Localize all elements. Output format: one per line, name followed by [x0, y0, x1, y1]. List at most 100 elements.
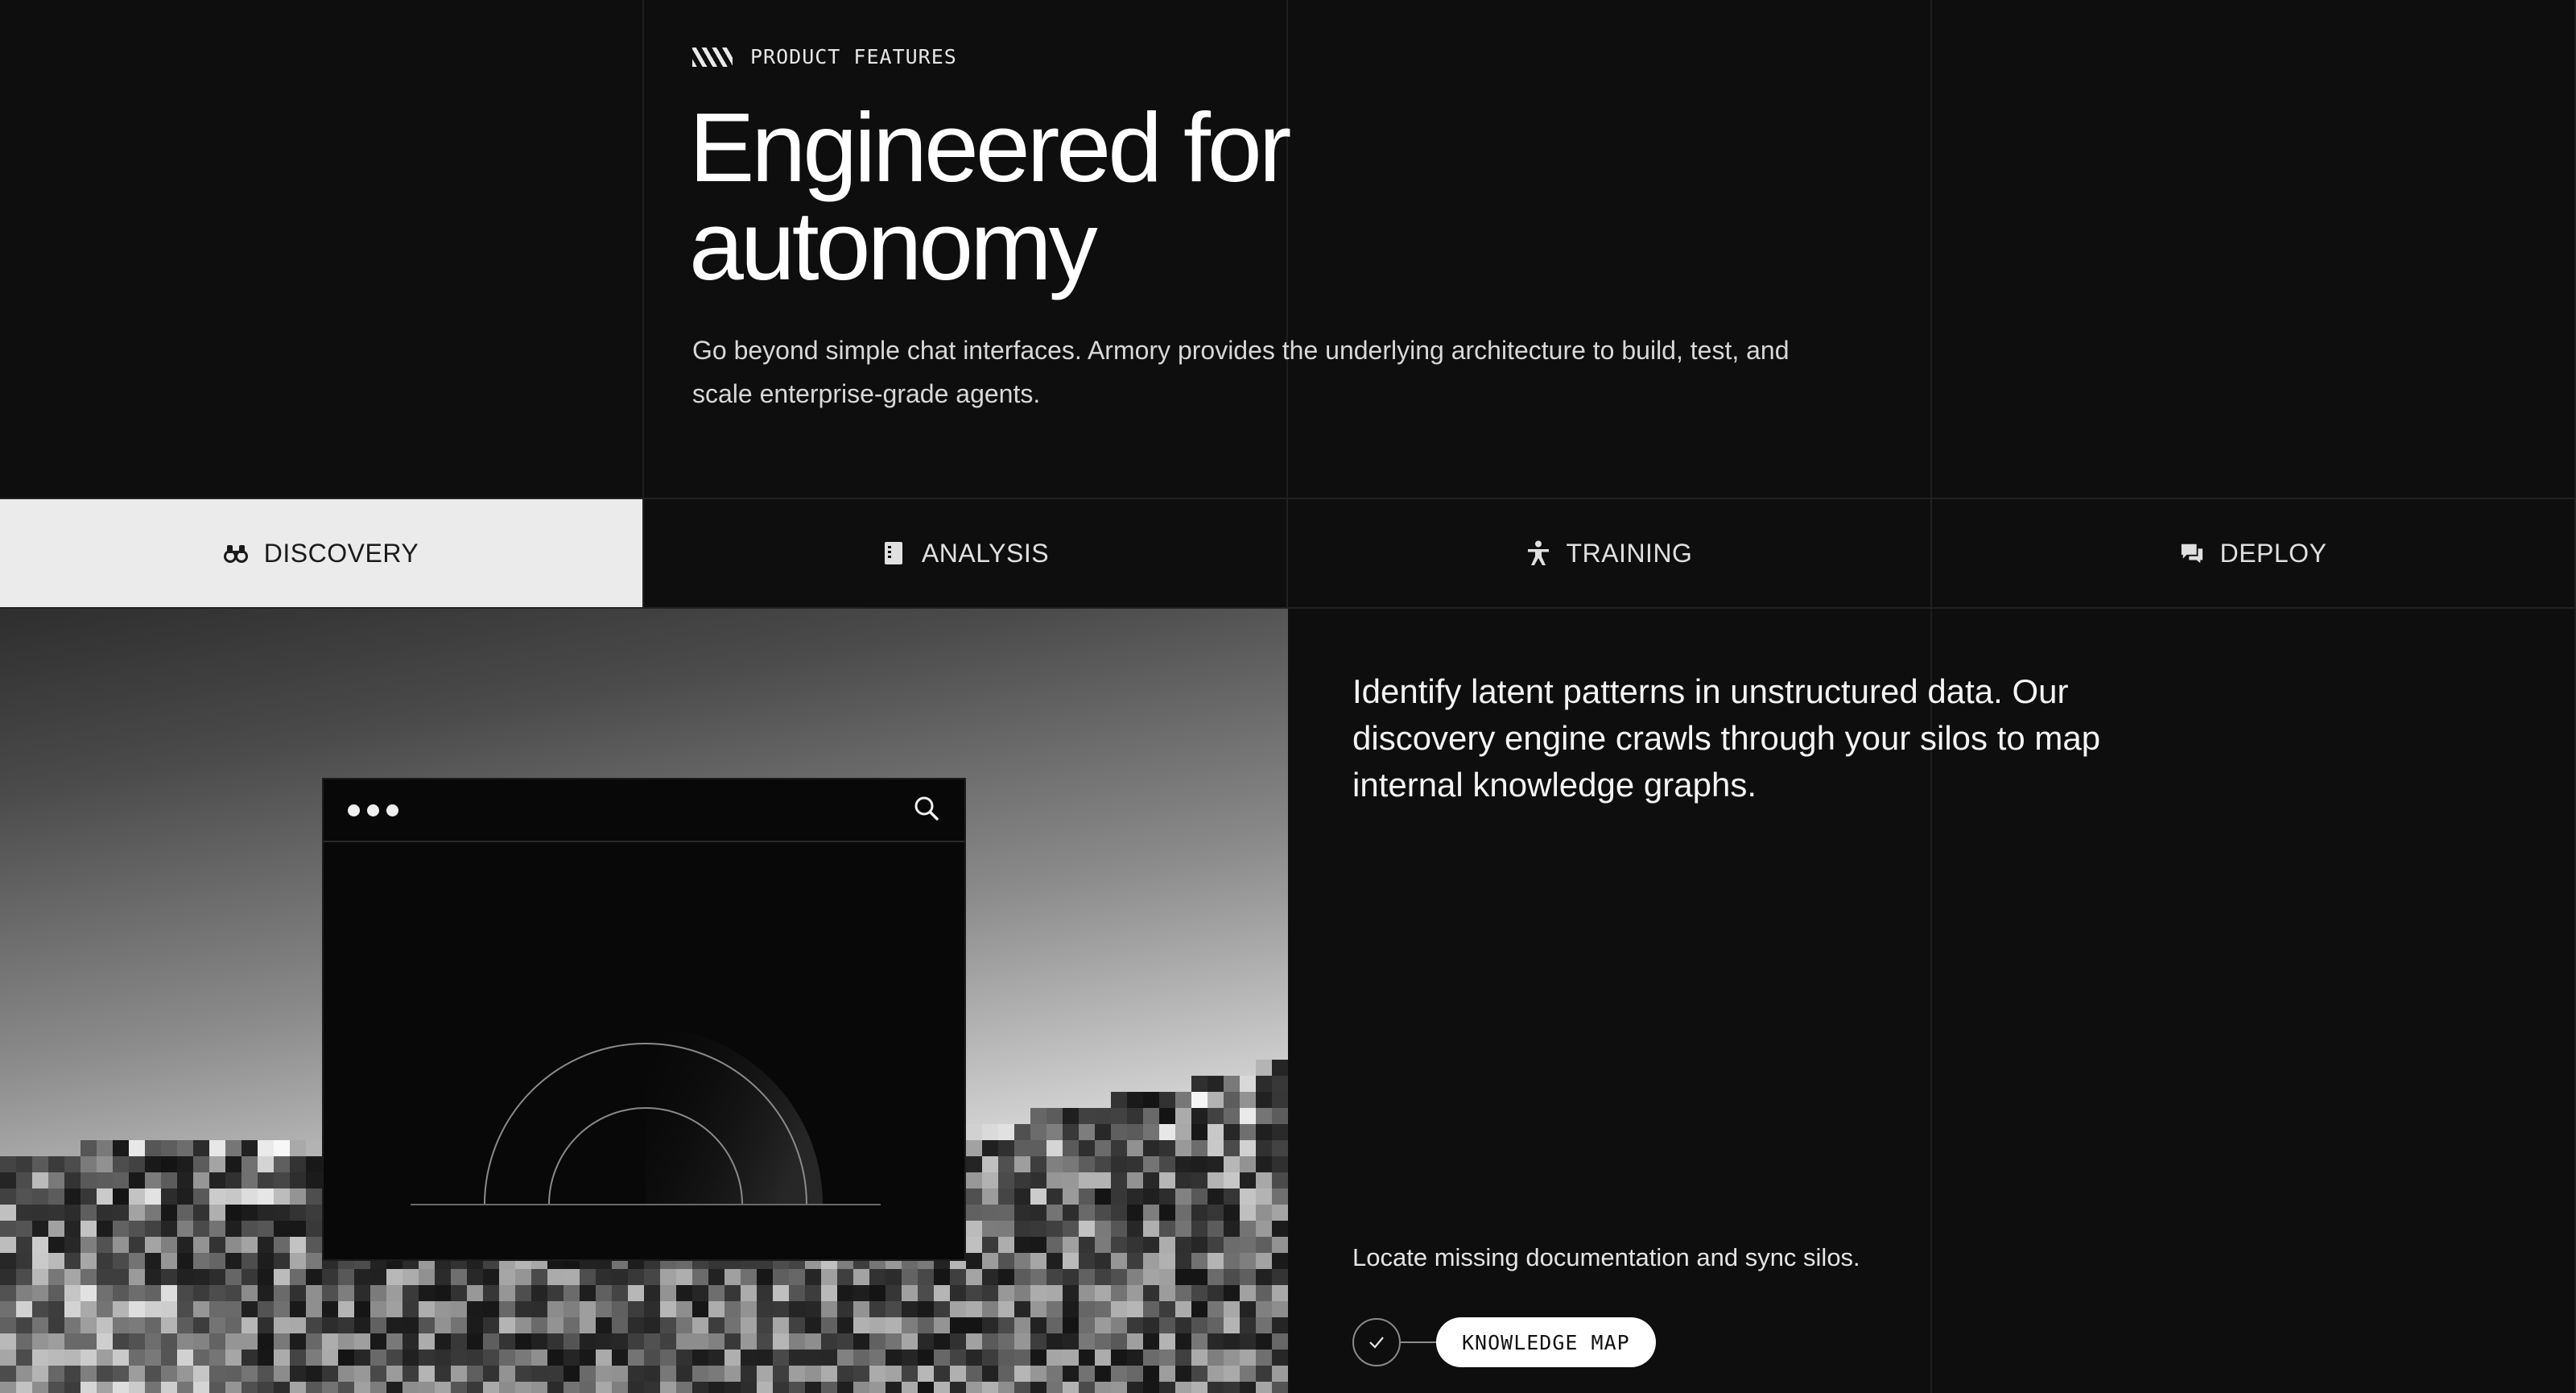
- terrain-pixel: [1256, 1366, 1272, 1382]
- terrain-pixel: [322, 1382, 338, 1393]
- terrain-pixel: [692, 1269, 708, 1285]
- terrain-pixel: [1224, 1092, 1240, 1108]
- terrain-pixel: [290, 1253, 306, 1269]
- terrain-pixel: [1191, 1156, 1208, 1172]
- terrain-pixel: [692, 1350, 708, 1366]
- terrain-pixel: [1143, 1366, 1159, 1382]
- terrain-pixel: [998, 1221, 1014, 1237]
- terrain-pixel: [97, 1285, 113, 1301]
- terrain-pixel: [32, 1237, 48, 1253]
- tab-training[interactable]: TRAINING: [1288, 499, 1932, 607]
- terrain-pixel: [1127, 1382, 1143, 1393]
- terrain-pixel: [1030, 1205, 1046, 1221]
- terrain-pixel: [805, 1333, 821, 1350]
- terrain-pixel: [161, 1221, 177, 1237]
- terrain-pixel: [161, 1253, 177, 1269]
- terrain-pixel: [0, 1253, 16, 1269]
- terrain-pixel: [1095, 1156, 1111, 1172]
- terrain-pixel: [676, 1382, 692, 1393]
- search-icon[interactable]: [913, 795, 940, 826]
- terrain-pixel: [435, 1382, 451, 1393]
- terrain-pixel: [338, 1333, 354, 1350]
- terrain-pixel: [757, 1333, 773, 1350]
- terrain-pixel: [1224, 1285, 1240, 1301]
- terrain-pixel: [64, 1188, 80, 1205]
- terrain-pixel: [1046, 1301, 1063, 1317]
- terrain-pixel: [1014, 1237, 1030, 1253]
- terrain-pixel: [628, 1350, 644, 1366]
- terrain-pixel: [757, 1317, 773, 1333]
- terrain-pixel: [1127, 1092, 1143, 1108]
- terrain-pixel: [242, 1382, 258, 1393]
- terrain-pixel: [113, 1253, 129, 1269]
- terrain-pixel: [1191, 1172, 1208, 1188]
- terrain-pixel: [1240, 1172, 1256, 1188]
- terrain-pixel: [1014, 1301, 1030, 1317]
- app-window-mockup: [322, 778, 966, 1261]
- chat-bubbles-icon: [2180, 541, 2204, 565]
- terrain-pixel: [805, 1366, 821, 1382]
- terrain-pixel: [580, 1317, 596, 1333]
- terrain-pixel: [1063, 1205, 1079, 1221]
- terrain-pixel: [1095, 1366, 1111, 1382]
- terrain-pixel: [499, 1317, 515, 1333]
- terrain-pixel: [161, 1140, 177, 1156]
- terrain-pixel: [1095, 1333, 1111, 1350]
- terrain-pixel: [129, 1156, 145, 1172]
- terrain-pixel: [757, 1285, 773, 1301]
- terrain-pixel: [209, 1269, 225, 1285]
- terrain-pixel: [1079, 1221, 1095, 1237]
- terrain-pixel: [1143, 1237, 1159, 1253]
- terrain-pixel: [1143, 1285, 1159, 1301]
- tab-deploy[interactable]: DEPLOY: [1932, 499, 2576, 607]
- terrain-pixel: [982, 1124, 998, 1140]
- knowledge-map-chip[interactable]: KNOWLEDGE MAP: [1436, 1317, 1656, 1367]
- tab-discovery[interactable]: DISCOVERY: [0, 499, 644, 607]
- terrain-pixel: [1208, 1188, 1224, 1205]
- terrain-pixel: [1208, 1366, 1224, 1382]
- terrain-pixel: [209, 1205, 225, 1221]
- terrain-pixel: [97, 1301, 113, 1317]
- terrain-pixel: [1030, 1269, 1046, 1285]
- terrain-pixel: [1272, 1285, 1288, 1301]
- tab-analysis[interactable]: ANALYSIS: [644, 499, 1288, 607]
- terrain-pixel: [177, 1172, 193, 1188]
- terrain-pixel: [1127, 1253, 1143, 1269]
- terrain-pixel: [1030, 1301, 1046, 1317]
- terrain-pixel: [1224, 1237, 1240, 1253]
- terrain-pixel: [853, 1317, 869, 1333]
- terrain-pixel: [209, 1253, 225, 1269]
- terrain-pixel: [483, 1285, 499, 1301]
- terrain-pixel: [113, 1317, 129, 1333]
- terrain-pixel: [1111, 1140, 1127, 1156]
- terrain-pixel: [193, 1237, 209, 1253]
- terrain-pixel: [129, 1188, 145, 1205]
- terrain-pixel: [209, 1317, 225, 1333]
- terrain-pixel: [113, 1237, 129, 1253]
- terrain-pixel: [1272, 1221, 1288, 1237]
- terrain-pixel: [1240, 1221, 1256, 1237]
- terrain-pixel: [48, 1253, 64, 1269]
- terrain-pixel: [821, 1317, 837, 1333]
- terrain-pixel: [934, 1285, 950, 1301]
- terrain-pixel: [1224, 1221, 1240, 1237]
- terrain-pixel: [64, 1269, 80, 1285]
- terrain-pixel: [1256, 1301, 1272, 1317]
- terrain-pixel: [1030, 1172, 1046, 1188]
- terrain-pixel: [1127, 1269, 1143, 1285]
- terrain-pixel: [902, 1350, 918, 1366]
- terrain-pixel: [1224, 1188, 1240, 1205]
- terrain-pixel: [531, 1333, 547, 1350]
- terrain-pixel: [1224, 1124, 1240, 1140]
- terrain-pixel: [1272, 1124, 1288, 1140]
- terrain-pixel: [773, 1269, 789, 1285]
- terrain-pixel: [934, 1382, 950, 1393]
- terrain-pixel: [1127, 1221, 1143, 1237]
- terrain-pixel: [1208, 1237, 1224, 1253]
- terrain-pixel: [467, 1317, 483, 1333]
- terrain-pixel: [998, 1237, 1014, 1253]
- terrain-pixel: [290, 1350, 306, 1366]
- terrain-pixel: [1046, 1237, 1063, 1253]
- terrain-pixel: [612, 1317, 628, 1333]
- terrain-pixel: [113, 1140, 129, 1156]
